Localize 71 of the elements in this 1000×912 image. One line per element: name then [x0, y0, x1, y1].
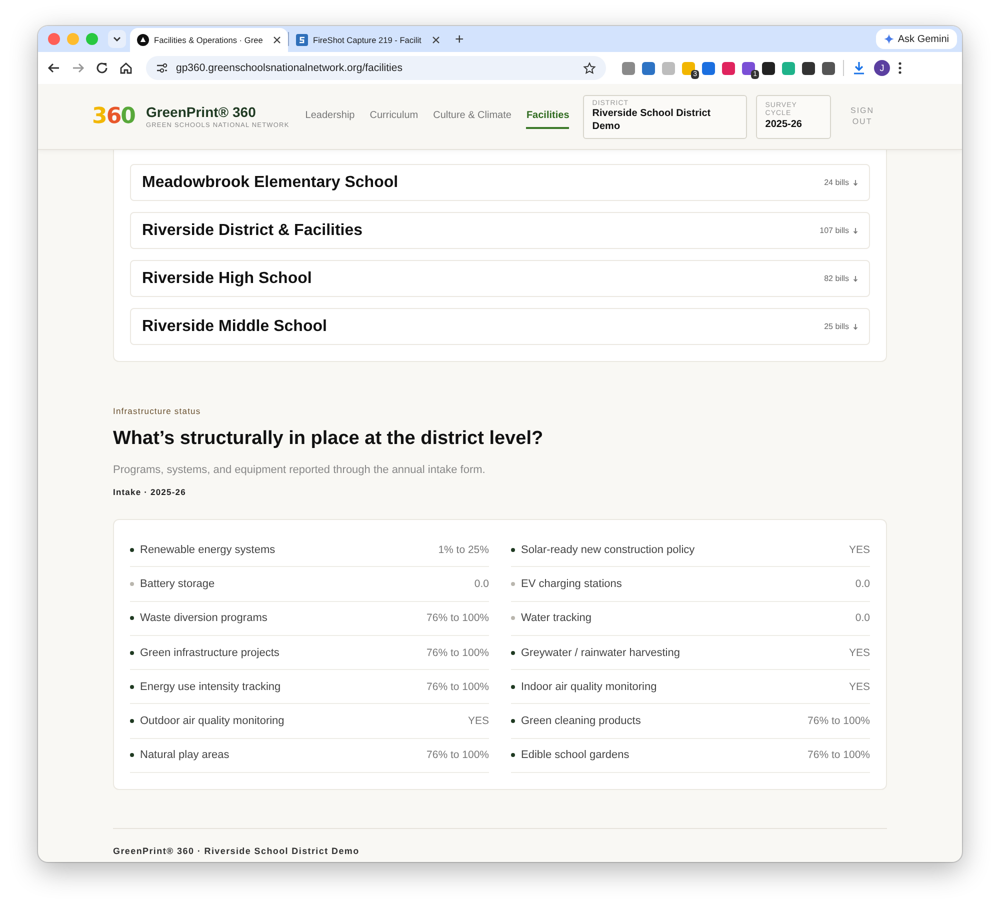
extension-icon[interactable]: [822, 62, 835, 74]
home-icon[interactable]: [118, 60, 134, 76]
site-settings-icon[interactable]: [156, 62, 168, 74]
item-label: EV charging stations: [521, 578, 623, 590]
nav-link[interactable]: Curriculum: [370, 104, 418, 129]
item-value: 0.0: [855, 612, 870, 624]
star-icon[interactable]: [583, 62, 596, 74]
footer-text: GreenPrint® 360 · Riverside School District Demo: [113, 846, 360, 856]
bill-count: 82 bills: [824, 274, 849, 283]
section-title: What’s structurally in place at the district level?: [113, 428, 544, 450]
new-tab-button[interactable]: +: [455, 32, 464, 46]
item-label: Energy use intensity tracking: [140, 680, 282, 693]
nav-link[interactable]: Leadership: [305, 104, 355, 129]
school-row[interactable]: Riverside Middle School 25 bills: [130, 308, 870, 345]
item-label: Natural play areas: [140, 749, 230, 762]
school-row[interactable]: Riverside District & Facilities 107 bills: [130, 212, 870, 249]
item-label: Edible school gardens: [521, 749, 630, 762]
bill-count: 107 bills: [820, 226, 849, 235]
ask-gemini-button[interactable]: Ask Gemini: [876, 29, 957, 49]
item-value: 76% to 100%: [808, 749, 870, 762]
item-value: YES: [848, 544, 870, 556]
item-value: YES: [468, 715, 489, 728]
item-value: 0.0: [855, 578, 870, 590]
profile-avatar[interactable]: J: [874, 60, 890, 76]
section-eyebrow: Infrastructure status: [113, 406, 202, 416]
nav-link[interactable]: Facilities: [526, 104, 570, 129]
item-value: 1% to 25%: [438, 544, 489, 556]
item-value: 76% to 100%: [426, 612, 489, 624]
item-value: 0.0: [474, 578, 489, 590]
down-arrow-icon: [853, 180, 858, 186]
item-label: Indoor air quality monitoring: [521, 680, 658, 693]
item-value: YES: [848, 646, 870, 659]
item-label: Green cleaning products: [521, 715, 642, 728]
download-icon[interactable]: [852, 61, 866, 75]
item-label: Solar-ready new construction policy: [521, 544, 696, 556]
item-label: Battery storage: [140, 578, 216, 590]
school-row[interactable]: Riverside High School 82 bills: [130, 260, 870, 297]
item-value: 76% to 100%: [426, 749, 489, 762]
item-label: Outdoor air quality monitoring: [140, 715, 286, 728]
brand-name: GreenPrint® 360: [146, 104, 257, 120]
school-row[interactable]: Meadowbrook Elementary School 24 bills: [130, 164, 870, 201]
item-label: Waste diversion programs: [140, 612, 268, 624]
triangle-favicon-icon: [137, 34, 149, 46]
close-icon[interactable]: [273, 36, 281, 44]
item-value: 76% to 100%: [426, 646, 489, 659]
extension-icon[interactable]: [762, 62, 775, 74]
item-label: Green infrastructure projects: [140, 646, 280, 659]
bill-count: 24 bills: [824, 178, 849, 187]
down-arrow-icon: [853, 228, 858, 234]
browser-tab[interactable]: Facilities & Operations · Gree: [130, 28, 288, 52]
nav-link[interactable]: Culture & Climate: [433, 104, 512, 129]
sparkle-icon: [884, 34, 894, 44]
extension-icon[interactable]: [802, 62, 815, 74]
close-icon[interactable]: [432, 36, 440, 44]
address-bar[interactable]: gp360.greenschoolsnationalnetwork.org/facilities: [146, 56, 606, 80]
intake-label: Intake · 2025-26: [113, 487, 187, 497]
item-value: YES: [848, 680, 870, 693]
s-favicon-icon: [296, 34, 308, 46]
item-label: Renewable energy systems: [140, 544, 276, 556]
item-value: 76% to 100%: [808, 715, 870, 728]
item-label: Water tracking: [521, 612, 593, 624]
chevron-down-icon[interactable]: [112, 34, 122, 44]
menu-icon[interactable]: [898, 61, 902, 75]
bill-count: 25 bills: [824, 322, 849, 331]
browser-tab[interactable]: FireShot Capture 219 - Facilit: [289, 28, 447, 52]
down-arrow-icon: [853, 276, 858, 282]
item-value: 76% to 100%: [426, 680, 489, 693]
reload-icon[interactable]: [94, 60, 110, 76]
down-arrow-icon: [853, 324, 858, 330]
item-label: Greywater / rainwater harvesting: [521, 646, 681, 659]
section-subtitle: Programs, systems, and equipment reported through the annual intake form.: [113, 464, 486, 476]
